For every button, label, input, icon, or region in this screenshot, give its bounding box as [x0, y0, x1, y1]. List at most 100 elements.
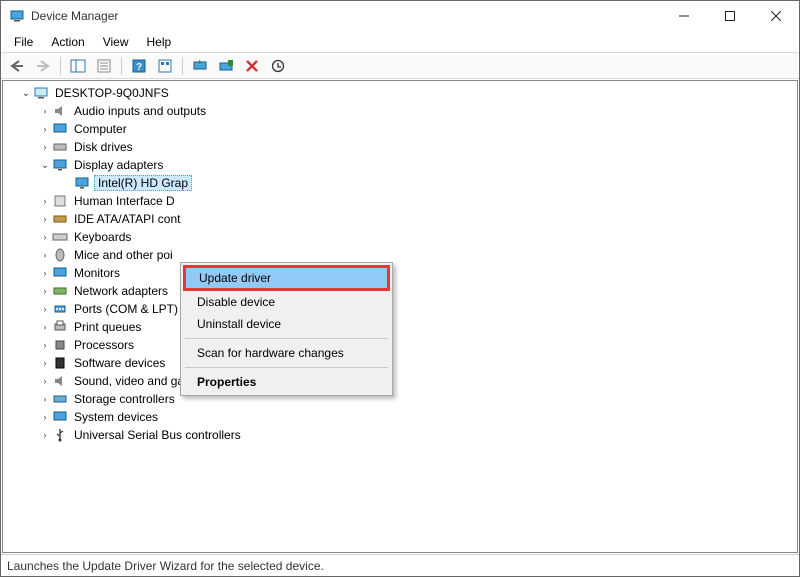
menu-help[interactable]: Help: [138, 33, 181, 51]
software-icon: [52, 355, 68, 371]
menu-action[interactable]: Action: [42, 33, 93, 51]
collapse-icon[interactable]: ›: [38, 304, 52, 314]
tree-hid[interactable]: › Human Interface D: [6, 192, 797, 210]
tree-sound[interactable]: ›Sound, video and game controllers: [6, 372, 797, 390]
toolbar-enable[interactable]: [266, 55, 290, 77]
device-tree-pane: ⌄ DESKTOP-9Q0JNFS › Audio inputs and outp…: [2, 80, 798, 553]
toolbar: ?: [1, 52, 799, 79]
collapse-icon[interactable]: ›: [38, 394, 52, 404]
computer-icon: [52, 121, 68, 137]
collapse-icon[interactable]: ›: [38, 340, 52, 350]
window-title: Device Manager: [31, 9, 118, 23]
toolbar-back[interactable]: [5, 55, 29, 77]
tree-system[interactable]: › System devices: [6, 408, 797, 426]
hid-icon: [52, 193, 68, 209]
ports-icon: [52, 301, 68, 317]
monitor-icon: [52, 265, 68, 281]
collapse-icon[interactable]: ›: [38, 376, 52, 386]
collapse-icon[interactable]: ›: [38, 268, 52, 278]
tree-display[interactable]: ⌄ Display adapters: [6, 156, 797, 174]
tree-item-label: Mice and other poi: [72, 248, 175, 262]
storage-icon: [52, 391, 68, 407]
collapse-icon[interactable]: ›: [38, 214, 52, 224]
keyboard-icon: [52, 229, 68, 245]
tree-item-label: Ports (COM & LPT): [72, 302, 180, 316]
collapse-icon[interactable]: ›: [38, 232, 52, 242]
audio-icon: [52, 103, 68, 119]
device-manager-window: Device Manager File Action View Help ? ⌄: [0, 0, 800, 577]
tree-processors[interactable]: › Processors: [6, 336, 797, 354]
context-separator: [185, 367, 388, 368]
tree-item-label: IDE ATA/ATAPI cont: [72, 212, 182, 226]
tree-item-label: Monitors: [72, 266, 122, 280]
collapse-icon[interactable]: ›: [38, 322, 52, 332]
collapse-icon[interactable]: ›: [38, 412, 52, 422]
context-separator: [185, 338, 388, 339]
collapse-icon[interactable]: ›: [38, 106, 52, 116]
context-scan-hardware[interactable]: Scan for hardware changes: [183, 342, 390, 364]
tree-item-label: Universal Serial Bus controllers: [72, 428, 243, 442]
usb-icon: [52, 427, 68, 443]
expand-icon[interactable]: ⌄: [19, 88, 33, 99]
context-disable-device[interactable]: Disable device: [183, 291, 390, 313]
menu-file[interactable]: File: [5, 33, 42, 51]
tree-ide[interactable]: › IDE ATA/ATAPI cont: [6, 210, 797, 228]
collapse-icon[interactable]: ›: [38, 250, 52, 260]
tree-computer[interactable]: › Computer: [6, 120, 797, 138]
toolbar-view[interactable]: [153, 55, 177, 77]
tree-root-label: DESKTOP-9Q0JNFS: [53, 86, 171, 100]
toolbar-help[interactable]: ?: [127, 55, 151, 77]
cpu-icon: [52, 337, 68, 353]
close-button[interactable]: [753, 1, 799, 31]
toolbar-scan[interactable]: [214, 55, 238, 77]
toolbar-uninstall[interactable]: [240, 55, 264, 77]
tree-mice[interactable]: › Mice and other poi: [6, 246, 797, 264]
tree-item-label: Computer: [72, 122, 129, 136]
tree-item-label: Human Interface D: [72, 194, 177, 208]
collapse-icon[interactable]: ›: [38, 196, 52, 206]
tree-software[interactable]: ›Software devices: [6, 354, 797, 372]
tree-usb[interactable]: › Universal Serial Bus controllers: [6, 426, 797, 444]
tree-audio[interactable]: › Audio inputs and outputs: [6, 102, 797, 120]
tree-item-label: Intel(R) HD Grap: [94, 175, 192, 191]
tree-network[interactable]: › Network adapters: [6, 282, 797, 300]
computer-icon: [33, 85, 49, 101]
tree-storage[interactable]: › Storage controllers: [6, 390, 797, 408]
tree-item-label: System devices: [72, 410, 160, 424]
tree-item-label: Storage controllers: [72, 392, 177, 406]
tree-item-label: Network adapters: [72, 284, 170, 298]
context-uninstall-device[interactable]: Uninstall device: [183, 313, 390, 335]
tree-root[interactable]: ⌄ DESKTOP-9Q0JNFS: [6, 84, 797, 102]
collapse-icon[interactable]: ›: [38, 142, 52, 152]
tree-item-label: Display adapters: [72, 158, 165, 172]
tree-intel-graphics[interactable]: Intel(R) HD Grap: [6, 174, 797, 192]
tree-item-label: Disk drives: [72, 140, 135, 154]
tree-item-label: Processors: [72, 338, 136, 352]
tree-ports[interactable]: › Ports (COM & LPT): [6, 300, 797, 318]
collapse-icon[interactable]: ›: [38, 430, 52, 440]
tree-keyboards[interactable]: › Keyboards: [6, 228, 797, 246]
svg-text:?: ?: [136, 62, 142, 73]
collapse-icon[interactable]: ›: [38, 358, 52, 368]
menu-view[interactable]: View: [94, 33, 138, 51]
context-properties[interactable]: Properties: [183, 371, 390, 393]
toolbar-update-driver[interactable]: [188, 55, 212, 77]
tree-printq[interactable]: ›Print queues: [6, 318, 797, 336]
toolbar-properties[interactable]: [92, 55, 116, 77]
collapse-icon[interactable]: ›: [38, 124, 52, 134]
network-icon: [52, 283, 68, 299]
statusbar: Launches the Update Driver Wizard for th…: [1, 554, 799, 576]
disk-icon: [52, 139, 68, 155]
tree-item-label: Keyboards: [72, 230, 133, 244]
tree-disk[interactable]: › Disk drives: [6, 138, 797, 156]
context-update-driver[interactable]: Update driver: [183, 265, 390, 291]
toolbar-show-hide-tree[interactable]: [66, 55, 90, 77]
toolbar-forward[interactable]: [31, 55, 55, 77]
tree-monitors[interactable]: › Monitors: [6, 264, 797, 282]
app-icon: [9, 8, 25, 24]
expand-icon[interactable]: ⌄: [38, 160, 52, 171]
maximize-button[interactable]: [707, 1, 753, 31]
minimize-button[interactable]: [661, 1, 707, 31]
tree-item-label: Audio inputs and outputs: [72, 104, 208, 118]
collapse-icon[interactable]: ›: [38, 286, 52, 296]
